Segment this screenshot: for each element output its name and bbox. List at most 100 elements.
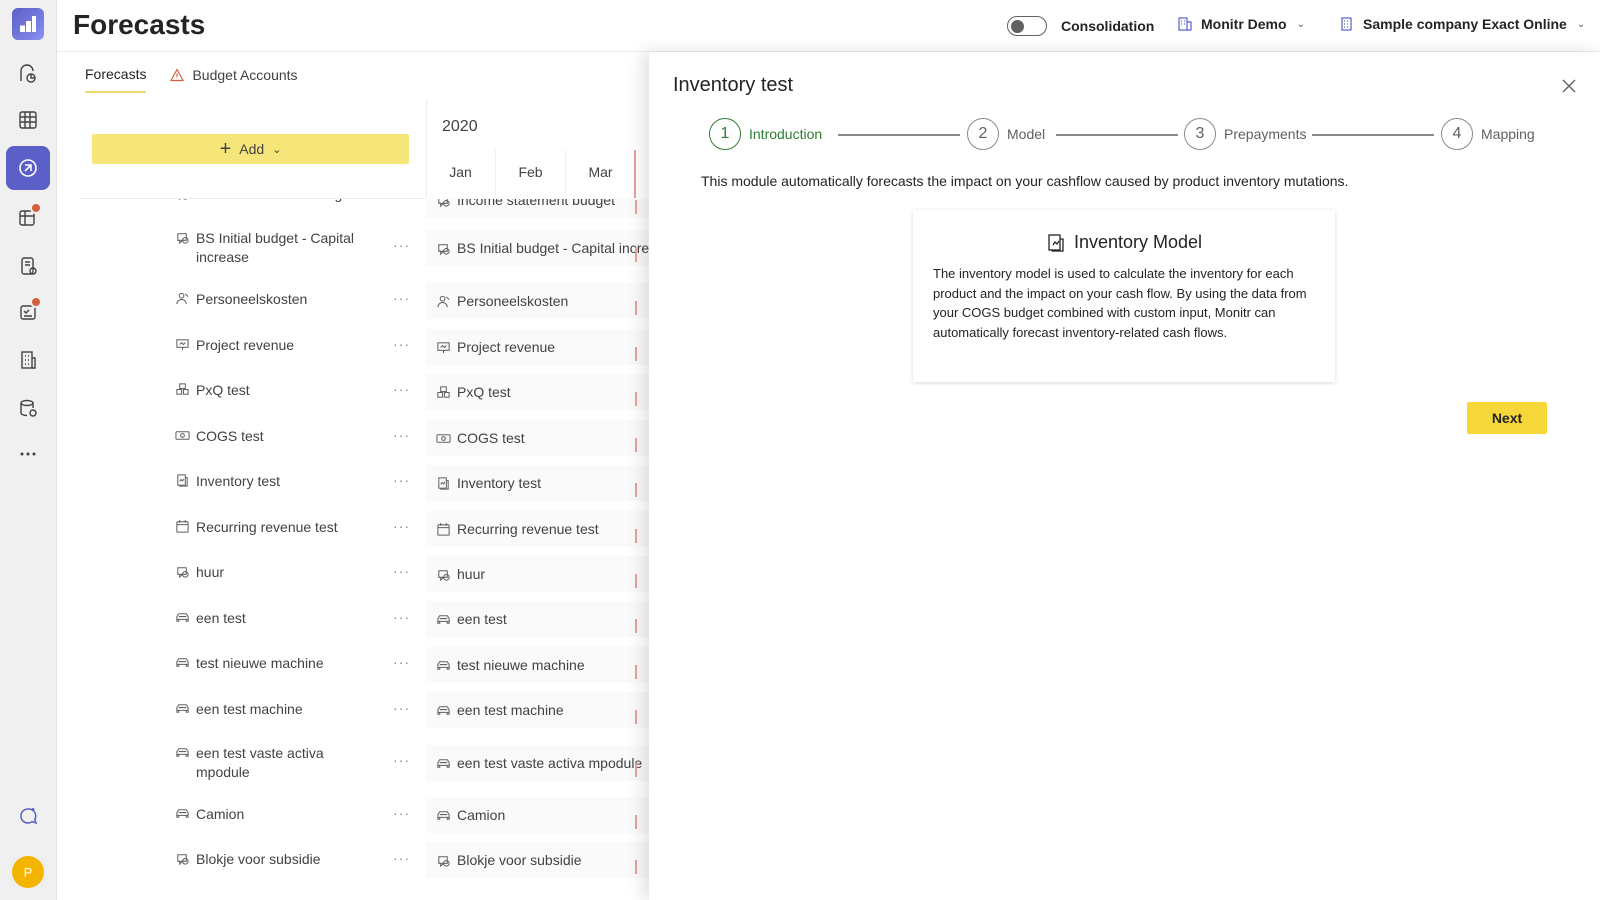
forecast-name[interactable]: test nieuwe machine	[175, 654, 375, 673]
timeline-cell[interactable]: huur	[426, 556, 649, 592]
environment-selector[interactable]: Monitr Demo ⌄	[1177, 16, 1305, 32]
step-label: Model	[1007, 126, 1046, 142]
more-options-icon[interactable]: ···	[393, 427, 410, 443]
timeline-cell[interactable]: Inventory test	[426, 465, 649, 501]
forecast-name[interactable]: huur	[175, 563, 375, 582]
vehicle-icon	[176, 658, 189, 667]
forecast-name[interactable]: Personeelskosten	[175, 290, 375, 309]
forecast-name[interactable]: Project revenue	[175, 336, 375, 355]
intro-text: This module automatically forecasts the …	[701, 173, 1349, 189]
close-icon[interactable]	[1561, 78, 1577, 94]
forecasts-icon[interactable]	[6, 146, 50, 190]
next-button[interactable]: Next	[1467, 402, 1547, 434]
step-model[interactable]: 2 Model	[967, 118, 1045, 150]
forecast-name[interactable]: een test	[175, 609, 375, 628]
timeline-cell[interactable]: Personeelskosten	[426, 283, 649, 319]
top-header: Forecasts Consolidation Monitr Demo ⌄ Sa…	[57, 0, 1600, 52]
more-options-icon[interactable]: ···	[393, 237, 410, 253]
timeline-cell[interactable]: Camion	[426, 797, 649, 833]
step-label: Prepayments	[1224, 126, 1307, 142]
chat-sparkle-icon[interactable]	[6, 794, 50, 838]
alert-badge	[30, 296, 42, 308]
forecast-name[interactable]: COGS test	[175, 427, 375, 446]
cell-label: Income statement budget	[457, 199, 615, 208]
panel-title: Inventory test	[673, 74, 794, 96]
presentation-icon	[176, 339, 189, 351]
today-marker-segment	[635, 200, 637, 214]
more-options-icon[interactable]: ···	[393, 700, 410, 716]
dashboard-icon[interactable]	[6, 52, 50, 96]
more-options-icon[interactable]: ···	[393, 381, 410, 397]
vehicle-icon	[176, 748, 189, 757]
grid-icon[interactable]	[6, 98, 50, 142]
tab-forecasts[interactable]: Forecasts	[85, 66, 147, 93]
timeline-cell[interactable]: BS Initial budget - Capital increase	[426, 230, 649, 266]
table-edit-icon[interactable]	[6, 196, 50, 240]
environment-name: Monitr Demo	[1201, 16, 1287, 32]
timeline-cell[interactable]: Income statement budget	[426, 199, 649, 218]
money-icon	[175, 431, 190, 440]
forecast-name[interactable]: Camion	[175, 805, 375, 824]
cell-label: PxQ test	[457, 384, 511, 400]
forecast-name[interactable]: Blokje voor subsidie	[175, 850, 375, 869]
forecast-label: Project revenue	[196, 337, 295, 353]
add-button[interactable]: + Add ⌄	[92, 134, 409, 164]
more-options-icon[interactable]: ···	[393, 472, 410, 488]
timeline-cell[interactable]: COGS test	[426, 420, 649, 456]
timeline-cell[interactable]: een test	[426, 601, 649, 637]
forecast-name[interactable]: PxQ test	[175, 381, 375, 400]
step-label: Mapping	[1481, 126, 1535, 142]
today-marker-segment	[635, 392, 637, 406]
page-title: Forecasts	[73, 9, 206, 40]
card-title: Inventory Model	[913, 232, 1335, 253]
step-mapping[interactable]: 4 Mapping	[1441, 118, 1535, 150]
timeline-cell[interactable]: test nieuwe machine	[426, 647, 649, 683]
forecast-name[interactable]: BS Initial budget - Capital increase	[175, 229, 375, 267]
more-options-icon[interactable]: ···	[393, 752, 410, 768]
vehicle-icon	[437, 758, 450, 768]
today-marker-segment	[635, 483, 637, 497]
timeline-cell[interactable]: Recurring revenue test	[426, 511, 649, 547]
more-options-icon[interactable]: ···	[393, 563, 410, 579]
more-options-icon[interactable]: ···	[393, 609, 410, 625]
forecast-label: COGS test	[196, 428, 264, 444]
forecast-name[interactable]: een test vaste activa mpodule	[175, 744, 375, 782]
vehicle-icon	[437, 810, 450, 820]
consolidation-toggle[interactable]	[1007, 16, 1047, 36]
company-selector[interactable]: Sample company Exact Online ⌄	[1339, 16, 1585, 32]
more-options-icon[interactable]: ···	[393, 850, 410, 866]
user-avatar[interactable]: P	[12, 856, 44, 888]
timeline-cell[interactable]: een test vaste activa mpodule	[426, 745, 649, 781]
add-label: Add	[239, 141, 265, 157]
step-prepayments[interactable]: 3 Prepayments	[1184, 118, 1306, 150]
tab-label: Forecasts	[85, 66, 147, 82]
forecast-name[interactable]: Income statement budget	[175, 199, 375, 204]
month-feb: Feb	[496, 150, 566, 194]
app-logo[interactable]	[12, 8, 44, 40]
forecast-name[interactable]: Inventory test	[175, 472, 375, 491]
building-icon[interactable]	[6, 338, 50, 382]
timeline-cell[interactable]: Blokje voor subsidie	[426, 842, 649, 878]
cell-label: BS Initial budget - Capital increase	[457, 240, 649, 256]
vehicle-icon	[437, 660, 450, 670]
database-icon[interactable]	[6, 386, 50, 430]
company-name: Sample company Exact Online	[1363, 16, 1567, 32]
more-icon[interactable]	[6, 432, 50, 476]
more-options-icon[interactable]: ···	[393, 654, 410, 670]
forecast-name[interactable]: een test machine	[175, 700, 375, 719]
timeline-cell[interactable]: Project revenue	[426, 329, 649, 365]
today-marker-segment	[635, 815, 637, 829]
more-options-icon[interactable]: ···	[393, 290, 410, 306]
more-options-icon[interactable]: ···	[393, 805, 410, 821]
step-introduction[interactable]: 1 Introduction	[709, 118, 822, 150]
timeline-cell[interactable]: PxQ test	[426, 374, 649, 410]
timeline-cell[interactable]: een test machine	[426, 692, 649, 728]
tab-budget-accounts[interactable]: Budget Accounts	[170, 66, 298, 93]
cell-label: een test machine	[457, 702, 564, 718]
more-options-icon[interactable]: ···	[393, 336, 410, 352]
forecast-name[interactable]: Recurring revenue test	[175, 518, 375, 537]
document-add-icon[interactable]	[6, 244, 50, 288]
today-marker-segment	[635, 619, 637, 633]
checklist-icon[interactable]	[6, 290, 50, 334]
more-options-icon[interactable]: ···	[393, 518, 410, 534]
